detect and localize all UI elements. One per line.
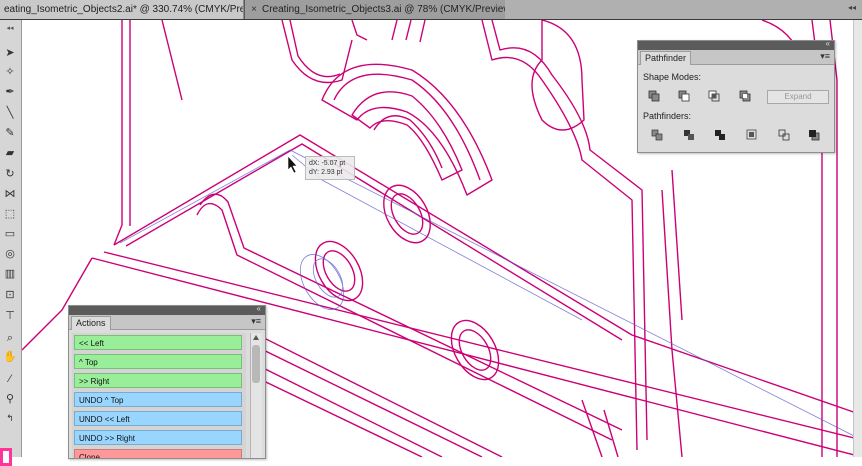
tab-isometric-objects2[interactable]: eating_Isometric_Objects2.ai* @ 330.74% … (0, 0, 244, 19)
panel-drag-strip[interactable]: « (638, 39, 834, 50)
artwork-path (671, 169, 683, 321)
action-button-undo-left[interactable]: UNDO << Left (74, 411, 242, 426)
gradient-tool-icon[interactable]: ▭ (2, 227, 18, 241)
tab-isometric-objects3[interactable]: × Creating_Isometric_Objects3.ai @ 78% (C… (245, 0, 505, 19)
free-transform-icon[interactable]: ⬚ (2, 207, 18, 221)
artwork-path (161, 20, 183, 101)
artwork-path (333, 73, 481, 181)
scroll-up-icon[interactable] (253, 335, 259, 340)
width-tool-icon[interactable]: ⋈ (2, 187, 18, 201)
action-button-right[interactable]: >> Right (74, 373, 242, 388)
delta-x-readout: dX: -5.07 pt (309, 160, 346, 167)
tab-label: Creating_Isometric_Objects3.ai @ 78% (CM… (262, 4, 505, 15)
pathfinders-label: Pathfinders: (643, 111, 692, 121)
hand-tool-icon[interactable]: ✋ (2, 350, 18, 364)
close-icon[interactable]: × (249, 0, 259, 19)
move-delta-tooltip: dX: -5.07 pt dY: 2.93 pt (305, 156, 355, 180)
artwork-path (581, 399, 603, 457)
crop-icon[interactable] (746, 129, 758, 141)
eraser-icon[interactable]: ▰ (2, 146, 18, 160)
panel-header: Actions ▾≡ (69, 315, 265, 330)
collapse-icon[interactable]: ◂◂ (2, 22, 18, 36)
knob-outline (322, 250, 356, 292)
expand-button[interactable]: Expand (767, 90, 829, 104)
blend-tool-icon[interactable]: ◎ (2, 247, 18, 261)
outline-icon[interactable] (778, 129, 790, 141)
symbol-sprayer-icon[interactable]: ⌕ (2, 331, 18, 345)
action-button-undo-right[interactable]: UNDO >> Right (74, 430, 242, 445)
actions-scrollbar[interactable] (250, 333, 262, 458)
action-button-left[interactable]: << Left (74, 335, 242, 350)
panel-menu-icon[interactable]: ▾≡ (251, 316, 261, 327)
fill-stroke-swatch[interactable] (0, 448, 12, 466)
pen-tool-icon[interactable]: ✒ (2, 85, 18, 99)
knob-outline (390, 193, 424, 235)
artwork-path (531, 20, 585, 131)
minus-back-icon[interactable] (808, 129, 820, 141)
exclude-icon[interactable] (739, 90, 751, 102)
artwork-path (351, 20, 368, 41)
collapse-icon[interactable]: « (826, 39, 830, 48)
slice-tool-icon[interactable]: ⊤ (2, 309, 18, 323)
selection-tool-icon[interactable]: ➤ (2, 46, 18, 60)
panel-header: Pathfinder ▾≡ (638, 50, 834, 65)
vertical-scrollbar[interactable] (853, 20, 862, 457)
document-tab-bar: eating_Isometric_Objects2.ai* @ 330.74% … (0, 0, 862, 20)
pathfinder-panel: « Pathfinder ▾≡ Shape Modes: Expand Path… (637, 39, 835, 153)
shape-modes-label: Shape Modes: (643, 72, 702, 82)
tools-panel: ◂◂ ➤ ✧ ✒ ╲ ✎ ▰ ↻ ⋈ ⬚ ▭ ◎ ▥ ⊡ ⊤ ⌕ ✋ ⁄ ⚲ ↰ (0, 20, 22, 466)
tab-actions[interactable]: Actions (71, 316, 111, 330)
scrollbar-thumb[interactable] (252, 345, 260, 383)
minus-front-icon[interactable] (678, 90, 690, 102)
tab-label: eating_Isometric_Objects2.ai* @ 330.74% … (4, 4, 244, 15)
knob-outline (314, 240, 364, 302)
rotate-tool-icon[interactable]: ↻ (2, 167, 18, 181)
collapse-icon[interactable]: « (257, 304, 261, 313)
artboard-tool-icon[interactable]: ⊡ (2, 288, 18, 302)
zoom-tool-icon[interactable]: ⚲ (2, 392, 18, 406)
artwork-path (405, 20, 412, 41)
trim-icon[interactable] (683, 129, 695, 141)
artwork-path (491, 20, 648, 441)
magic-wand-icon[interactable]: ✧ (2, 65, 18, 79)
knob-outline (458, 329, 492, 371)
unite-icon[interactable] (648, 90, 660, 102)
swap-colors-icon[interactable]: ↰ (2, 411, 18, 425)
panel-menu-icon[interactable]: ▾≡ (820, 51, 830, 62)
actions-list: << Left ^ Top >> Right UNDO ^ Top UNDO <… (72, 333, 246, 458)
divide-icon[interactable] (651, 129, 663, 141)
collapse-icon[interactable]: ◂◂ (848, 3, 856, 12)
action-button-top[interactable]: ^ Top (74, 354, 242, 369)
actions-panel: « Actions ▾≡ << Left ^ Top >> Right UNDO… (68, 304, 266, 459)
line-tool-icon[interactable]: ╲ (2, 106, 18, 120)
graph-tool-icon[interactable]: ▥ (2, 267, 18, 281)
artwork-path (603, 409, 619, 457)
merge-icon[interactable] (714, 129, 726, 141)
artwork-path (113, 20, 123, 246)
paintbrush-icon[interactable]: ✎ (2, 126, 18, 140)
tab-pathfinder[interactable]: Pathfinder (640, 51, 692, 65)
artwork-path (373, 115, 443, 169)
eyedropper-icon[interactable]: ⁄ (2, 372, 18, 386)
artwork-path (351, 91, 463, 181)
panel-drag-strip[interactable]: « (69, 304, 265, 315)
artwork-path (419, 20, 426, 43)
artwork-path (391, 20, 398, 41)
intersect-icon[interactable] (708, 90, 720, 102)
tab-bar-empty-area: ◂◂ (505, 0, 862, 19)
delta-y-readout: dY: 2.93 pt (309, 169, 343, 176)
action-button-undo-top[interactable]: UNDO ^ Top (74, 392, 242, 407)
artwork-path (661, 189, 683, 457)
